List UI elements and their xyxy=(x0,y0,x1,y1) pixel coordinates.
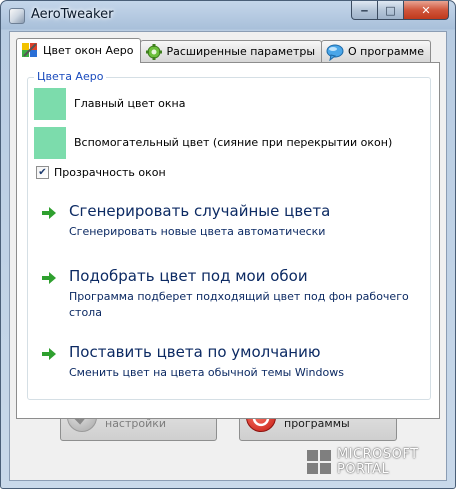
speech-bubble-icon xyxy=(326,43,344,61)
app-icon xyxy=(9,8,25,24)
command-title: Поставить цвета по умолчанию xyxy=(69,343,321,361)
secondary-color-swatch[interactable] xyxy=(34,127,66,159)
main-color-swatch[interactable] xyxy=(34,88,66,120)
transparency-checkbox[interactable]: ✔ xyxy=(36,166,49,179)
green-arrow-icon xyxy=(42,272,56,284)
app-window: AeroTweaker ‒ □ ✕ Цвет окон Аеро Расшире… xyxy=(0,0,456,489)
command-description: Сгенерировать новые цвета автоматически xyxy=(69,225,326,238)
title-bar[interactable]: AeroTweaker ‒ □ ✕ xyxy=(1,1,455,29)
command-default-colors[interactable]: Поставить цвета по умолчанию Сменить цве… xyxy=(42,343,412,383)
command-match-wallpaper[interactable]: Подобрать цвет под мои обои Программа по… xyxy=(42,267,412,323)
tab-strip: Цвет окон Аеро Расширенные параметры О п… xyxy=(16,38,431,63)
caption-buttons: ‒ □ ✕ xyxy=(351,1,449,21)
color-palette-icon xyxy=(21,41,39,59)
maximize-button[interactable]: □ xyxy=(378,1,404,20)
command-description: Сменить цвет на цвета обычной темы Windo… xyxy=(69,366,344,379)
group-title: Цвета Аеро xyxy=(34,70,107,83)
minimize-button[interactable]: ‒ xyxy=(351,1,378,20)
command-description: Программа подберет подходящий цвет под ф… xyxy=(69,290,409,319)
tab-label: Расширенные параметры xyxy=(166,45,316,58)
transparency-option[interactable]: ✔ Прозрачность окон xyxy=(36,166,166,179)
close-button[interactable]: ✕ xyxy=(404,1,449,20)
watermark-line2: PORTAL xyxy=(337,462,390,477)
windows-logo-icon xyxy=(307,450,331,474)
tab-label: Цвет окон Аеро xyxy=(43,43,134,57)
secondary-color-label: Вспомогательный цвет (сияние при перекры… xyxy=(74,136,393,149)
tab-aero-colors[interactable]: Цвет окон Аеро xyxy=(16,38,141,63)
green-arrow-icon xyxy=(42,207,56,219)
tab-panel-aero-colors: Цвета Аеро Главный цвет окна Вспомогател… xyxy=(16,62,440,419)
command-title: Сгенерировать случайные цвета xyxy=(69,202,331,220)
tab-label: О программе xyxy=(348,45,424,58)
watermark-line1: MICROSOFT xyxy=(337,447,419,462)
client-area: Цвет окон Аеро Расширенные параметры О п… xyxy=(9,31,447,481)
aero-colors-group: Цвета Аеро Главный цвет окна Вспомогател… xyxy=(27,70,431,400)
tab-about[interactable]: О программе xyxy=(321,40,431,62)
watermark-text: MICROSOFT PORTAL xyxy=(337,447,419,477)
transparency-label: Прозрачность окон xyxy=(54,166,166,179)
main-color-label: Главный цвет окна xyxy=(74,97,186,110)
tab-advanced[interactable]: Расширенные параметры xyxy=(139,40,323,62)
microsoft-portal-watermark: MICROSOFT PORTAL xyxy=(307,444,447,480)
command-random-colors[interactable]: Сгенерировать случайные цвета Сгенериров… xyxy=(42,202,412,242)
gear-icon xyxy=(145,43,163,61)
window-title: AeroTweaker xyxy=(31,7,114,22)
command-title: Подобрать цвет под мои обои xyxy=(69,267,308,285)
green-arrow-icon xyxy=(42,348,56,360)
